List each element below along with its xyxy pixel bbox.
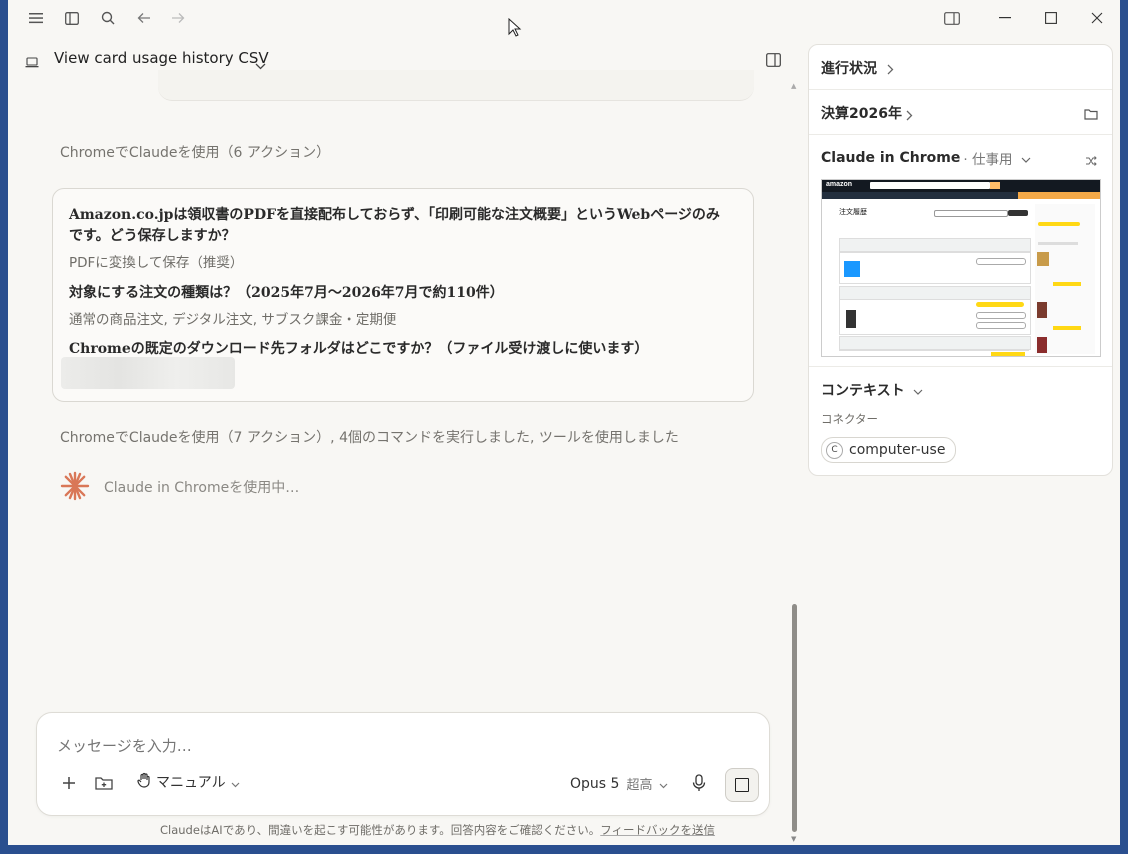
disclaimer-text: ClaudeはAIであり、間違いを起こす可能性があります。回答内容をご確認くださ… [160,823,601,837]
scroll-down-icon[interactable]: ▼ [791,835,796,843]
folder-icon[interactable] [1084,105,1098,124]
chevron-right-icon [906,106,913,125]
close-icon[interactable] [1087,8,1107,28]
stop-icon [735,778,749,792]
connector-name: computer-use [849,442,946,458]
model-name: Opus 5 [570,775,620,792]
order-history-heading: 注文履歴 [839,208,867,216]
amazon-nav-bar [822,192,1100,199]
chevron-down-icon [231,773,240,792]
browser-preview[interactable]: amazon 注文履歴 [821,179,1101,357]
search-icon[interactable] [98,8,118,28]
chrome-section: Claude in Chrome · 仕事用 amazon 注文履歴 [809,134,1112,367]
folder-add-icon[interactable] [95,775,113,795]
back-arrow-icon[interactable] [134,8,154,28]
tool-summary-2[interactable]: ChromeでClaudeを使用（7 アクション）, 4個のコマンドを実行しまし… [60,427,679,447]
disclaimer: ClaudeはAIであり、間違いを起こす可能性があります。回答内容をご確認くださ… [160,822,715,838]
amazon-logo: amazon [826,181,853,188]
context-title: コンテキスト [821,383,905,399]
app-window: View card usage history CSV ChromeでClaud… [8,0,1120,845]
chevron-right-icon [887,60,894,79]
project-section[interactable]: 決算2026年 [809,89,1112,135]
effort-level: 超高 [626,778,653,793]
panel-icon[interactable] [942,8,962,28]
question-2: 対象にする注文の種類は？（2025年7月〜2026年7月で約110件） [69,285,504,301]
chrome-header[interactable]: Claude in Chrome · 仕事用 [821,148,1031,168]
progress-section[interactable]: 進行状況 [809,45,1112,90]
status-text: Claude in Chromeを使用中… [104,480,300,496]
maximize-icon[interactable] [1041,8,1061,28]
scrollbar[interactable] [792,604,797,832]
side-panel-toggle-icon[interactable] [766,52,781,71]
answer-2: 通常の商品注文, デジタル注文, サブスク課金・定期便 [69,312,397,328]
connector-badge-icon: C [826,441,843,459]
project-title: 決算2026年 [821,106,902,122]
question-1: Amazon.co.jpは領収書のPDFを直接配布しておらず、「印刷可能な注文概… [69,207,720,244]
menu-icon[interactable] [26,8,46,28]
connector-chip[interactable]: C computer-use [821,437,957,463]
forward-arrow-icon[interactable] [168,8,188,28]
amazon-header-bar: amazon [822,180,1100,192]
feedback-link[interactable]: フィードバックを送信 [600,823,715,837]
message-input[interactable] [55,733,749,759]
connectors-label: コネクター [821,412,879,426]
redacted-answer [61,357,235,389]
context-header[interactable]: コンテキスト [821,380,923,400]
mouse-cursor-icon [508,17,522,42]
conversation-title[interactable]: View card usage history CSV [54,49,269,67]
sidebar-toggle-icon[interactable] [62,8,82,28]
tool-summary-1[interactable]: ChromeでClaudeを使用（6 アクション） [60,142,330,162]
scroll-up-icon[interactable]: ▲ [791,82,796,90]
question-card: Amazon.co.jpは領収書のPDFを直接配布しておらず、「印刷可能な注文概… [52,188,754,402]
chevron-down-icon [1021,149,1031,168]
right-panel: 進行状況 決算2026年 Claude in Chrome · 仕事用 amaz… [808,44,1113,476]
answer-1: PDFに変換して保存（推奨） [69,255,244,271]
hand-icon [137,772,151,792]
chevron-down-icon [913,381,923,400]
progress-title: 進行状況 [821,61,877,77]
add-icon[interactable] [61,775,77,795]
model-selector[interactable]: Opus 5 超高 [570,774,668,793]
microphone-icon[interactable] [692,774,706,796]
chrome-title: Claude in Chrome [821,150,961,166]
composer: マニュアル Opus 5 超高 [36,712,770,816]
stop-button[interactable] [725,768,759,802]
mode-label: マニュアル [156,775,226,791]
previous-message-card [158,70,754,101]
mode-selector[interactable]: マニュアル [137,772,240,792]
chevron-down-icon [659,774,668,793]
laptop-icon [25,53,39,72]
minimize-icon[interactable] [995,8,1015,28]
claude-spark-icon [59,470,91,506]
shuffle-icon[interactable] [1085,151,1097,170]
chrome-profile: · 仕事用 [963,152,1013,168]
